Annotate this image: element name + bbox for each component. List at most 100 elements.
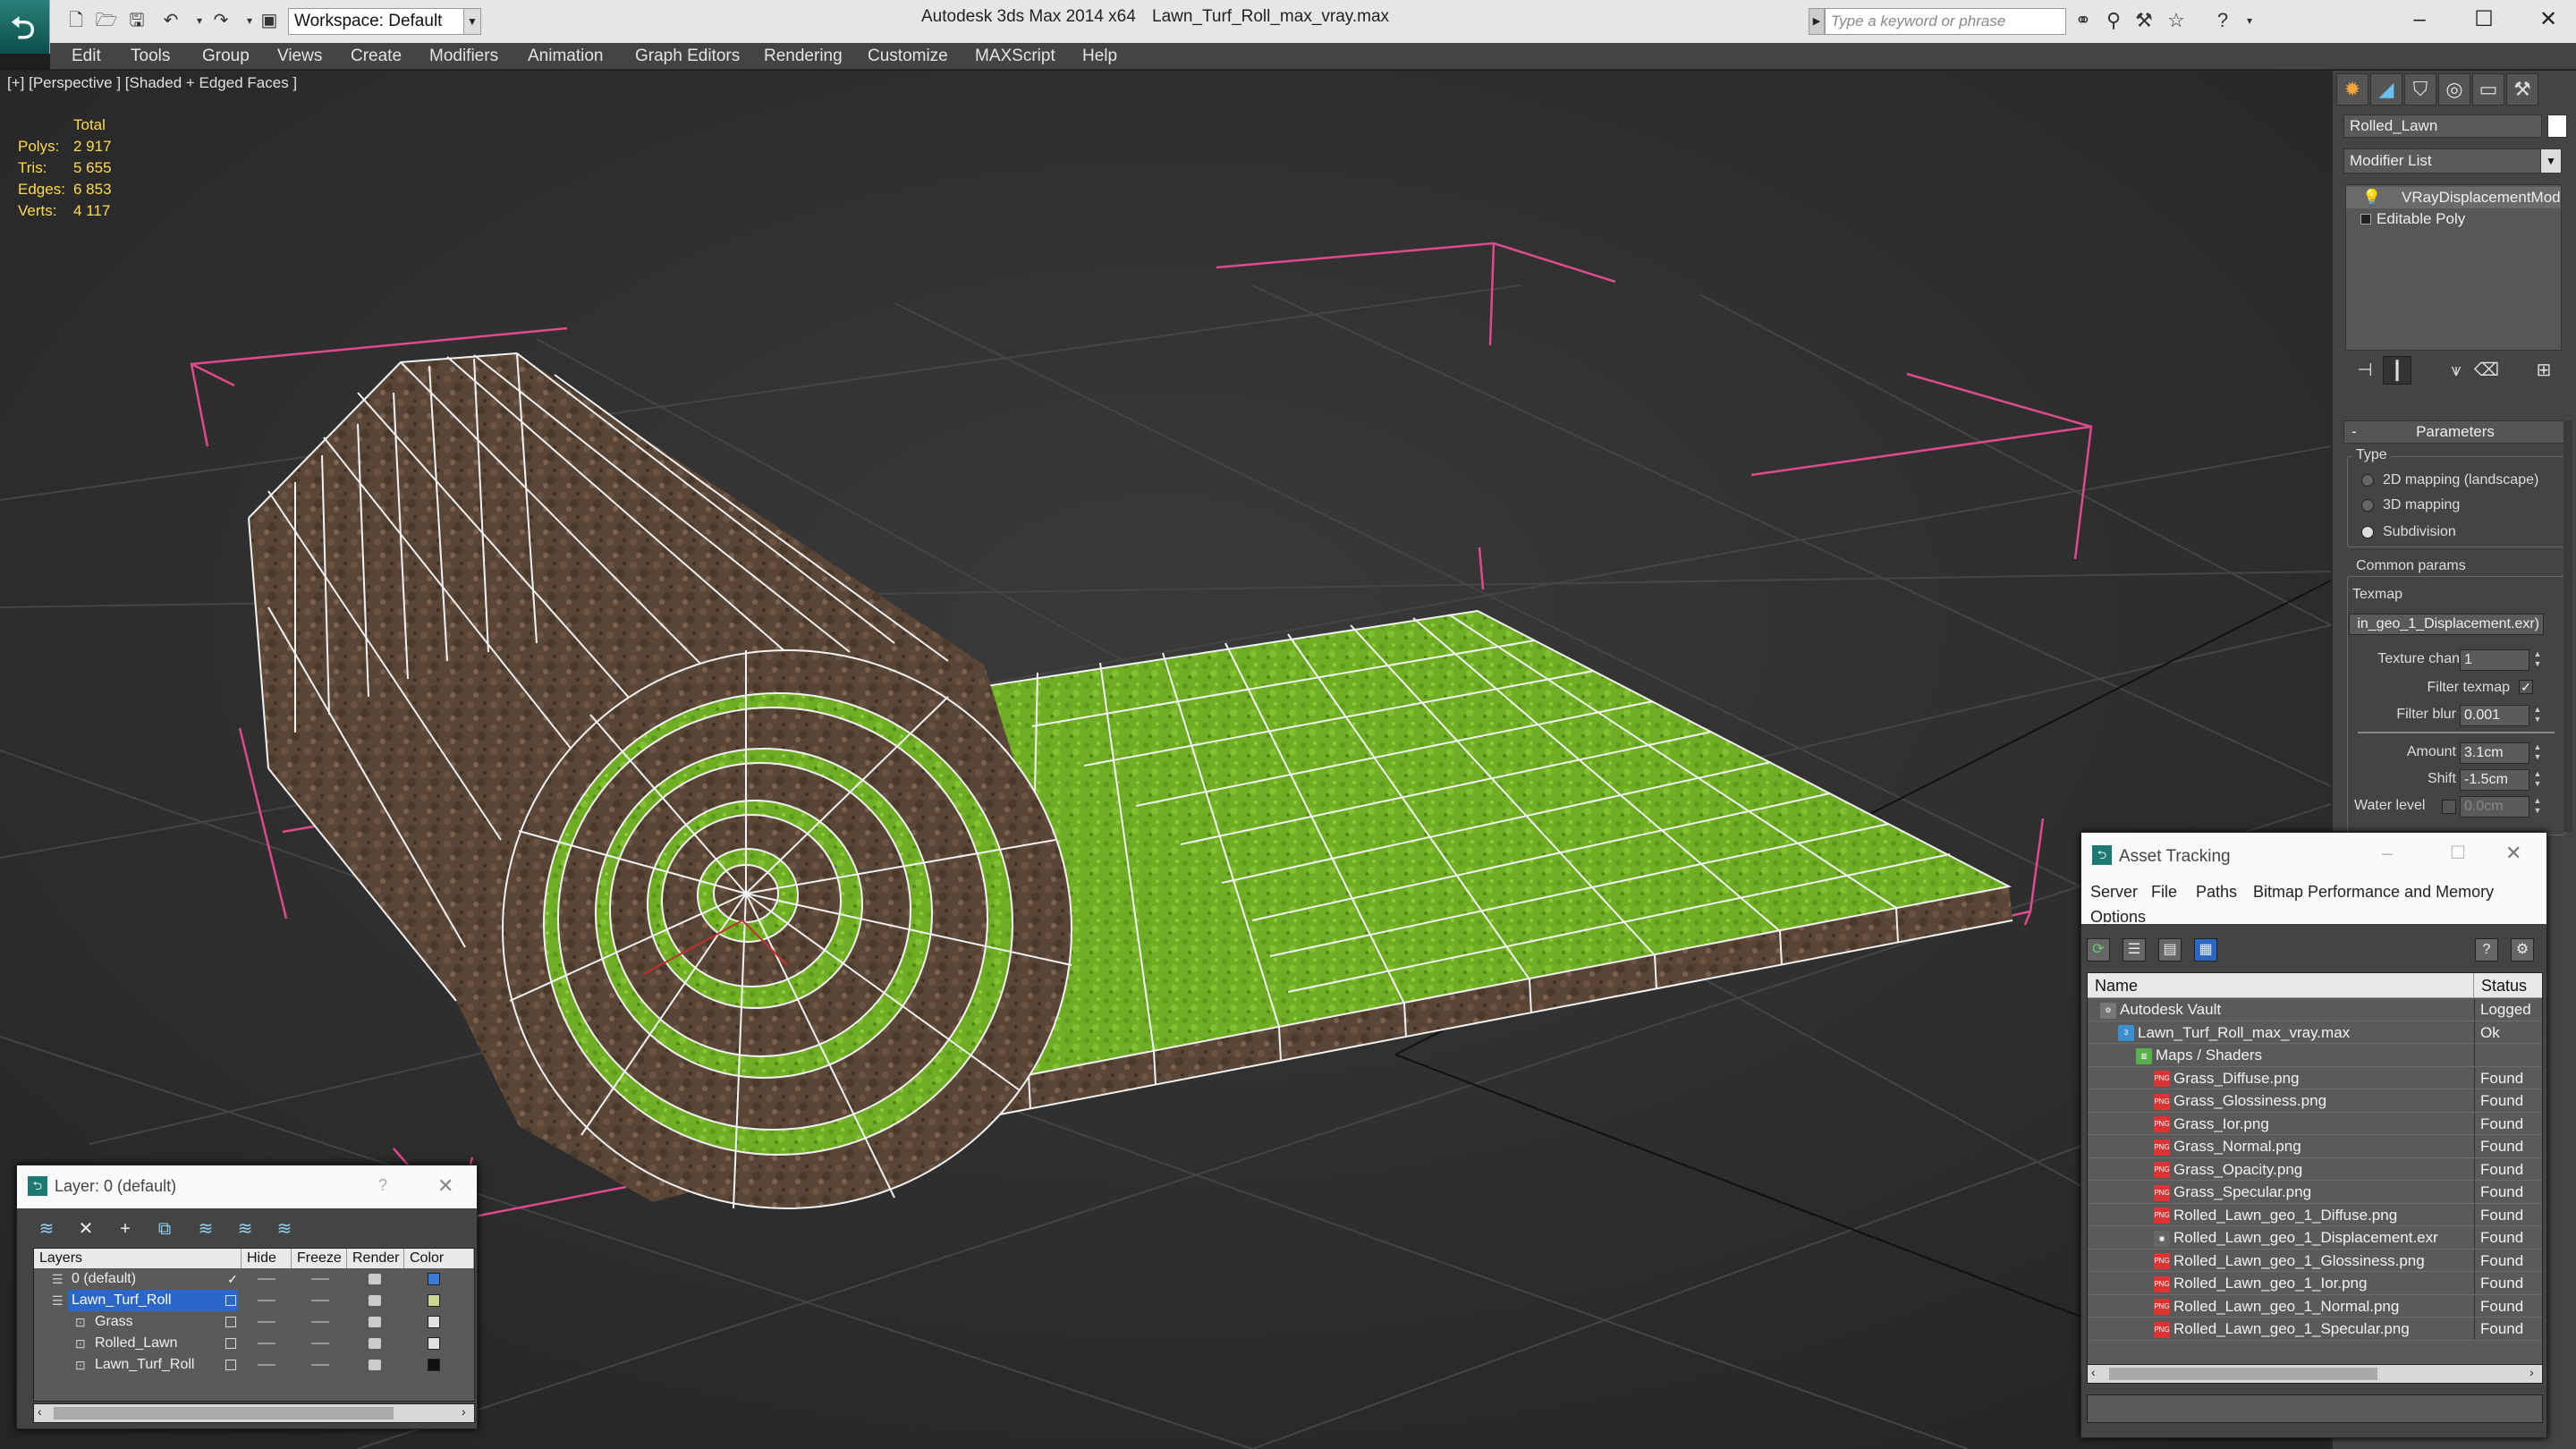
amount-field[interactable]: 3.1cm — [2460, 742, 2529, 764]
parameters-rollout-header[interactable]: - Parameters — [2343, 420, 2567, 444]
freeze-toggle[interactable] — [311, 1321, 329, 1323]
lightbulb-icon[interactable]: 💡 — [2362, 187, 2381, 208]
select-objects-icon[interactable]: ⧉ — [151, 1217, 178, 1241]
current-layer-checkbox[interactable] — [225, 1295, 236, 1306]
hide-toggle[interactable] — [258, 1300, 275, 1301]
layer-color-swatch[interactable] — [428, 1316, 440, 1328]
layer-row-name[interactable]: Lawn_Turf_Roll — [91, 1354, 198, 1376]
current-layer-checkbox[interactable] — [225, 1360, 236, 1370]
layer-row[interactable]: ⊡ Lawn_Turf_Roll — [34, 1354, 474, 1376]
undo-icon[interactable]: ↶ — [157, 7, 184, 34]
asset-row[interactable]: PNG Grass_Normal.png Found — [2088, 1135, 2542, 1158]
texture-chan-spinner-icon[interactable]: ▲ ▼ — [2531, 649, 2544, 671]
binoculars-icon[interactable]: ⚭ — [2068, 7, 2098, 34]
water-level-spinner-icon[interactable]: ▲ ▼ — [2531, 796, 2544, 818]
asset-row[interactable]: ◉ Rolled_Lawn_geo_1_Displacement.exr Found — [2088, 1226, 2542, 1250]
app-logo[interactable]: ⮌ — [0, 0, 50, 54]
asset-row[interactable]: PNG Rolled_Lawn_geo_1_Specular.png Found — [2088, 1318, 2542, 1341]
hide-all-icon[interactable]: ≋ — [232, 1217, 258, 1241]
scroll-right-icon[interactable]: › — [2529, 1365, 2534, 1379]
hide-toggle[interactable] — [258, 1364, 275, 1366]
create-layer-icon[interactable]: ≋ — [33, 1217, 60, 1241]
filter-texmap-checkbox[interactable]: ✓ — [2519, 680, 2533, 694]
favorites-star-icon[interactable]: ☆ — [2161, 7, 2191, 34]
menu-animation[interactable]: Animation — [528, 43, 604, 70]
workspace-select[interactable]: Workspace: Default — [288, 8, 465, 35]
amount-spinner-icon[interactable]: ▲ ▼ — [2531, 742, 2544, 764]
asset-settings-icon[interactable]: ⚙ — [2511, 938, 2534, 962]
thumbnail-view-icon[interactable]: ▤ — [2158, 938, 2182, 962]
filter-blur-field[interactable]: 0.001 — [2460, 705, 2529, 726]
menu-customize[interactable]: Customize — [868, 43, 948, 70]
column-hide[interactable]: Hide — [242, 1249, 292, 1268]
scroll-left-icon[interactable]: ‹ — [2091, 1365, 2096, 1379]
menu-rendering[interactable]: Rendering — [764, 43, 843, 70]
column-color[interactable]: Color — [404, 1249, 474, 1268]
hierarchy-tab-icon[interactable]: ⛉ — [2404, 73, 2436, 106]
highlight-layer-icon[interactable]: ≋ — [192, 1217, 219, 1241]
radio-subdivision[interactable]: Subdivision — [2361, 524, 2456, 540]
asset-row[interactable]: PNG Grass_Diffuse.png Found — [2088, 1066, 2542, 1089]
make-unique-icon[interactable]: ⩛ — [2442, 356, 2470, 385]
layer-row-name[interactable]: Lawn_Turf_Roll — [68, 1290, 238, 1311]
modify-tab-icon[interactable]: ◢ — [2370, 73, 2402, 106]
menu-views[interactable]: Views — [277, 43, 322, 70]
open-file-icon[interactable]: 🗁 — [93, 7, 120, 34]
layer-row-name[interactable]: 0 (default) — [68, 1268, 140, 1290]
add-to-layer-icon[interactable]: + — [112, 1217, 139, 1241]
scroll-thumb[interactable] — [2109, 1368, 2377, 1380]
expand-icon[interactable] — [2360, 214, 2371, 225]
texture-chan-field[interactable]: 1 — [2460, 649, 2529, 671]
freeze-toggle[interactable] — [311, 1364, 329, 1366]
layer-close-icon[interactable]: ✕ — [437, 1174, 453, 1198]
filter-blur-spinner-icon[interactable]: ▲ ▼ — [2531, 705, 2544, 726]
column-status[interactable]: Status — [2474, 973, 2542, 998]
current-layer-checkbox[interactable] — [225, 1317, 236, 1327]
close-icon[interactable]: ✕ — [2526, 2, 2571, 38]
water-level-field[interactable]: 0.0cm — [2460, 796, 2529, 818]
table-view-icon[interactable]: ▦ — [2194, 938, 2217, 962]
viewport-label[interactable]: [+] [Perspective ] [Shaded + Edged Faces… — [7, 74, 297, 92]
asset-row[interactable]: PNG Rolled_Lawn_geo_1_Diffuse.png Found — [2088, 1203, 2542, 1226]
command-panel-scrollbar[interactable] — [2563, 420, 2572, 832]
layer-color-swatch[interactable] — [428, 1359, 440, 1371]
column-layers[interactable]: Layers — [34, 1249, 242, 1268]
hide-toggle[interactable] — [258, 1343, 275, 1344]
layer-row[interactable]: ⊡ Grass — [34, 1311, 474, 1333]
asset-maximize-icon[interactable]: ☐ — [2450, 842, 2466, 864]
utilities-tab-icon[interactable]: ⚒ — [2506, 73, 2538, 106]
freeze-all-icon[interactable]: ≋ — [271, 1217, 298, 1241]
maximize-icon[interactable]: ☐ — [2462, 2, 2506, 38]
radio-2d-mapping[interactable]: 2D mapping (landscape) — [2361, 472, 2538, 488]
layer-title-bar[interactable]: ⮌ Layer: 0 (default) ? ✕ — [17, 1165, 477, 1208]
minimize-icon[interactable]: – — [2397, 2, 2442, 38]
pin-stack-icon[interactable]: ⊣ — [2351, 356, 2379, 385]
column-name[interactable]: Name — [2088, 973, 2474, 998]
communication-center-icon[interactable]: ⚲ — [2098, 7, 2129, 34]
radio-3d-mapping[interactable]: 3D mapping — [2361, 497, 2460, 513]
workspace-dropdown-icon[interactable]: ▼ — [463, 8, 481, 35]
layer-row-name[interactable]: Rolled_Lawn — [91, 1333, 182, 1354]
hide-toggle[interactable] — [258, 1278, 275, 1280]
asset-menu-server[interactable]: Server — [2090, 883, 2138, 902]
display-tab-icon[interactable]: ▭ — [2472, 73, 2504, 106]
motion-tab-icon[interactable]: ◎ — [2438, 73, 2470, 106]
asset-row[interactable]: PNG Rolled_Lawn_geo_1_Ior.png Found — [2088, 1272, 2542, 1295]
layer-scroll-thumb[interactable] — [54, 1407, 394, 1419]
menu-modifiers[interactable]: Modifiers — [429, 43, 498, 70]
render-teapot-icon[interactable] — [369, 1317, 381, 1327]
asset-close-icon[interactable]: ✕ — [2505, 842, 2521, 865]
stack-item-vray-displacement[interactable]: 💡 VRayDisplacementMod — [2346, 187, 2561, 208]
save-file-icon[interactable]: 🖫 — [123, 7, 150, 34]
asset-row[interactable]: 3 Lawn_Turf_Roll_max_vray.max Ok — [2088, 1021, 2542, 1044]
column-render[interactable]: Render — [347, 1249, 404, 1268]
show-end-result-icon[interactable]: ┃ — [2383, 356, 2411, 385]
asset-row[interactable]: PNG Grass_Specular.png Found — [2088, 1181, 2542, 1204]
layer-row[interactable]: ☰ 0 (default) ✓ — [34, 1268, 474, 1290]
list-view-icon[interactable]: ☰ — [2123, 938, 2146, 962]
shift-spinner-icon[interactable]: ▲ ▼ — [2531, 769, 2544, 791]
layer-horizontal-scrollbar[interactable]: ‹ › — [33, 1403, 475, 1423]
refresh-icon[interactable]: ⟳ — [2087, 938, 2110, 962]
menu-help[interactable]: Help — [1082, 43, 1117, 70]
object-color-swatch[interactable] — [2547, 114, 2567, 138]
